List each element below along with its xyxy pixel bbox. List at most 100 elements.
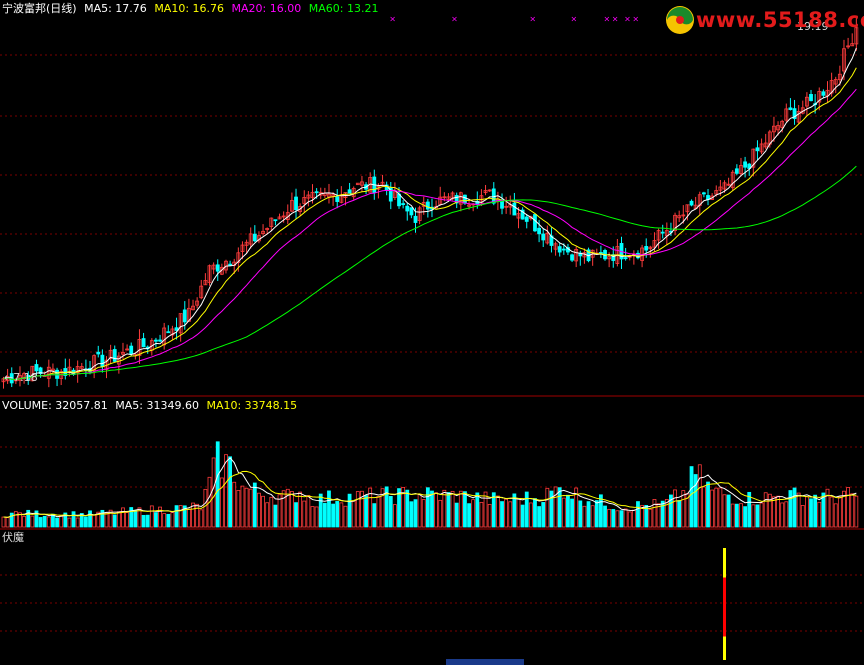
stock-chart[interactable]: × × × × × × × × bbox=[0, 0, 864, 665]
candle-body bbox=[158, 339, 162, 342]
volume-bar bbox=[586, 501, 591, 528]
volume-bar bbox=[224, 454, 228, 528]
volume-bar bbox=[174, 505, 179, 528]
volume-bar bbox=[261, 495, 265, 528]
volume-bar bbox=[149, 505, 154, 528]
volume-bar bbox=[240, 485, 245, 528]
volume-bar bbox=[677, 500, 682, 528]
bottom-tab[interactable] bbox=[446, 659, 524, 665]
volume-bar bbox=[734, 503, 739, 528]
volume-bar bbox=[51, 513, 55, 528]
volume-bar bbox=[59, 515, 64, 528]
signal-marks: × × × × × × × × bbox=[389, 14, 639, 23]
volume-bar bbox=[446, 492, 451, 528]
volume-bar bbox=[776, 495, 780, 528]
volume-bar bbox=[809, 498, 813, 528]
volume-bar bbox=[846, 487, 850, 528]
watermark-text: www.55188.com bbox=[696, 8, 864, 32]
signal-mark: × bbox=[389, 14, 396, 23]
grid-lines bbox=[0, 54, 864, 632]
volume-bar bbox=[269, 496, 274, 528]
volume-bar bbox=[289, 491, 294, 528]
volume-bar bbox=[257, 492, 261, 528]
candle-body bbox=[644, 246, 649, 251]
volume-bar bbox=[364, 495, 368, 528]
moving-average-lines bbox=[3, 47, 857, 381]
volume-bar bbox=[615, 510, 620, 528]
candle-body bbox=[623, 257, 628, 260]
volume-bar bbox=[141, 514, 146, 528]
volume-bar bbox=[335, 501, 340, 528]
volume-bar bbox=[636, 501, 640, 528]
candle-body bbox=[314, 191, 319, 194]
candle-body bbox=[788, 107, 793, 110]
volume-ma5: MA5: 31349.60 bbox=[115, 399, 199, 412]
volume-bar bbox=[743, 506, 747, 528]
volume-bar bbox=[30, 515, 35, 528]
volume-bar bbox=[541, 502, 546, 528]
volume-bar bbox=[607, 508, 612, 528]
volume-bar bbox=[92, 514, 97, 528]
volume-value: VOLUME: 32057.81 bbox=[2, 399, 108, 412]
candle-body bbox=[228, 263, 233, 266]
volume-bar bbox=[116, 511, 121, 528]
signal-mark: × bbox=[612, 14, 619, 23]
candle-body bbox=[166, 331, 171, 334]
volume-bar bbox=[67, 517, 72, 528]
candle-body bbox=[755, 147, 760, 152]
candle-body bbox=[561, 248, 566, 251]
site-watermark: www.55188.com bbox=[664, 4, 864, 36]
candle-body bbox=[294, 196, 298, 211]
volume-bar bbox=[162, 513, 167, 528]
candlesticks bbox=[1, 18, 859, 389]
volume-bar bbox=[145, 514, 150, 528]
signal-mark: × bbox=[624, 14, 631, 23]
volume-bar bbox=[417, 494, 422, 528]
volume-bar bbox=[104, 512, 109, 528]
volume-bar bbox=[211, 457, 216, 528]
volume-bar bbox=[38, 517, 43, 528]
volume-bar bbox=[133, 510, 138, 528]
ma5-line bbox=[3, 47, 857, 381]
volume-bar bbox=[458, 490, 463, 528]
volume-bar bbox=[413, 499, 418, 528]
candle-body bbox=[734, 168, 739, 174]
volume-ma10: MA10: 33748.15 bbox=[206, 399, 298, 412]
volume-bar bbox=[594, 500, 599, 528]
volume-bar bbox=[726, 494, 731, 528]
volume-bar bbox=[112, 514, 117, 528]
candle-body bbox=[96, 351, 101, 355]
volume-bar bbox=[788, 490, 793, 528]
candle-body bbox=[100, 354, 105, 368]
volume-bar bbox=[504, 498, 509, 528]
volume-bar bbox=[372, 503, 377, 528]
volume-bar bbox=[467, 503, 471, 528]
volume-bar bbox=[730, 503, 735, 528]
candle-body bbox=[533, 214, 537, 232]
stock-name: 宁波富邦 bbox=[2, 2, 46, 15]
volume-bar bbox=[582, 505, 587, 528]
volume-bar bbox=[689, 466, 694, 528]
volume-bar bbox=[392, 504, 397, 528]
volume-bar bbox=[566, 494, 570, 528]
signal-mark: × bbox=[571, 14, 578, 23]
candle-body bbox=[702, 192, 706, 195]
volume-legend: VOLUME: 32057.81 MA5: 31349.60 MA10: 337… bbox=[2, 399, 301, 412]
volume-bar bbox=[450, 490, 455, 528]
volume-bar bbox=[619, 510, 624, 528]
volume-bar bbox=[5, 517, 10, 528]
volume-bar bbox=[784, 501, 789, 528]
volume-bar bbox=[751, 504, 756, 528]
volume-bar bbox=[438, 499, 443, 528]
volume-bar bbox=[425, 487, 430, 528]
candle-body bbox=[401, 203, 406, 205]
candle-body bbox=[743, 161, 747, 168]
volume-bar bbox=[578, 500, 583, 528]
volume-bar bbox=[203, 488, 208, 528]
period-label: (日线) bbox=[46, 2, 77, 15]
volume-bar bbox=[434, 492, 439, 528]
volume-bar bbox=[265, 502, 270, 528]
volume-bar bbox=[463, 491, 467, 528]
candle-body bbox=[524, 216, 529, 222]
volume-bar bbox=[55, 517, 59, 528]
